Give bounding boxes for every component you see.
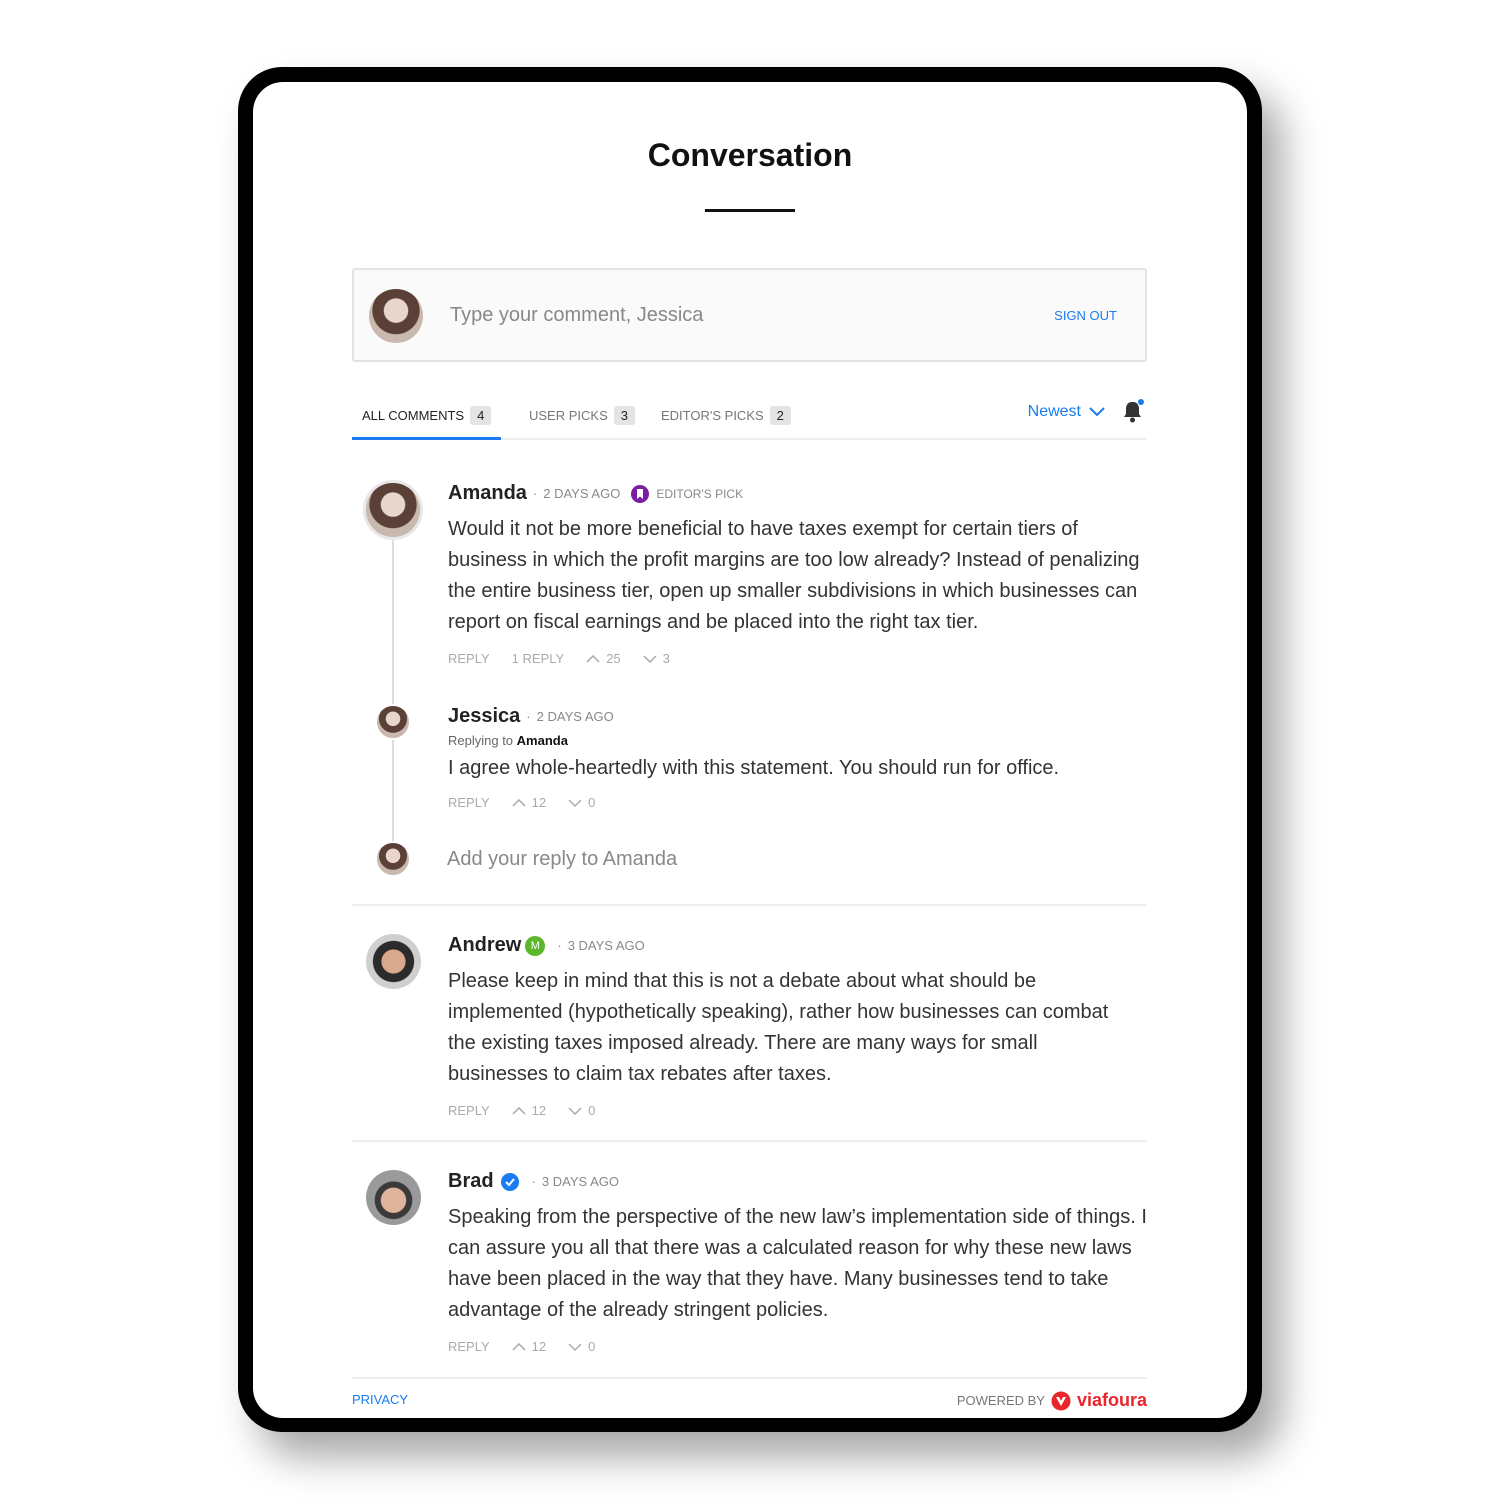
thread-line: [392, 540, 394, 845]
sort-dropdown[interactable]: Newest: [1028, 403, 1105, 421]
andrew-avatar: [366, 934, 421, 989]
author-name[interactable]: Andrew: [448, 934, 521, 957]
tab-label: USER PICKS: [529, 408, 608, 423]
tab-label: ALL COMMENTS: [362, 408, 465, 423]
active-tab-indicator: [352, 437, 501, 440]
downvote-button[interactable]: 0: [568, 1103, 595, 1118]
comment-actions: REPLY 1 REPLY 25 3: [448, 651, 670, 666]
tab-all-comments[interactable]: ALL COMMENTS 4: [362, 406, 492, 425]
amanda-avatar: [363, 480, 423, 540]
replies-count-button[interactable]: 1 REPLY: [512, 651, 565, 666]
divider: [352, 904, 1147, 906]
viafoura-logo-icon: [1051, 1391, 1071, 1410]
upvote-count: 12: [531, 1103, 547, 1118]
chevron-up-icon: [512, 798, 526, 807]
chevron-down-icon: [1089, 407, 1105, 417]
current-user-avatar: [375, 841, 411, 877]
user-avatar: [369, 289, 423, 343]
tab-count: 3: [613, 406, 635, 425]
upvote-count: 12: [531, 795, 547, 810]
downvote-count: 3: [662, 651, 670, 666]
viafoura-brand: viafoura: [1076, 1390, 1147, 1410]
upvote-button[interactable]: 12: [512, 795, 546, 810]
reply-input[interactable]: Add your reply to Amanda: [447, 848, 677, 871]
downvote-button[interactable]: 0: [568, 1339, 595, 1354]
upvote-button[interactable]: 25: [586, 651, 621, 666]
upvote-button[interactable]: 12: [512, 1103, 546, 1118]
brad-avatar: [366, 1170, 421, 1225]
chevron-up-icon: [586, 654, 600, 663]
timestamp: 3 DAYS AGO: [541, 1174, 619, 1189]
comment-composer[interactable]: Type your comment, Jessica SIGN OUT: [352, 268, 1147, 362]
tab-bar: ALL COMMENTS 4 USER PICKS 3 EDITOR'S PICKS…: [352, 392, 1147, 440]
replying-to-name[interactable]: Amanda: [517, 733, 568, 748]
downvote-count: 0: [588, 795, 596, 810]
comment-input[interactable]: Type your comment, Jessica: [450, 304, 703, 327]
sort-label: Newest: [1027, 403, 1081, 420]
comment-header: Andrew M · 3 DAYS AGO: [448, 934, 645, 957]
downvote-count: 0: [588, 1103, 596, 1118]
title-divider: [705, 209, 795, 212]
reply-button[interactable]: REPLY: [448, 651, 490, 666]
tab-user-picks[interactable]: USER PICKS 3: [529, 406, 635, 425]
reply-header: Jessica · 2 DAYS AGO: [448, 705, 614, 728]
screen: Conversation Type your comment, Jessica …: [253, 82, 1247, 1418]
upvote-count: 12: [531, 1339, 547, 1354]
author-name[interactable]: Amanda: [448, 482, 527, 505]
chevron-down-icon: [568, 1342, 582, 1351]
bell-icon[interactable]: [1122, 399, 1144, 423]
comment-body: Speaking from the perspective of the new…: [448, 1206, 1147, 1321]
reply-button[interactable]: REPLY: [448, 1103, 490, 1118]
downvote-count: 0: [588, 1339, 596, 1354]
chevron-down-icon: [568, 798, 582, 807]
upvote-button[interactable]: 12: [512, 1339, 546, 1354]
comment-body: Would it not be more beneficial to have …: [448, 518, 1140, 633]
reply-actions: REPLY 12 0: [448, 795, 595, 810]
divider: [352, 1377, 1147, 1379]
reply-body: I agree whole-heartedly with this statem…: [448, 757, 1060, 779]
chevron-up-icon: [512, 1106, 526, 1115]
tablet-frame: Conversation Type your comment, Jessica …: [238, 67, 1262, 1432]
upvote-count: 25: [606, 651, 621, 666]
replying-to: Replying to Amanda: [448, 733, 568, 748]
author-name[interactable]: Brad: [448, 1170, 494, 1193]
editors-pick-icon: [631, 484, 650, 503]
reply-button[interactable]: REPLY: [448, 795, 490, 810]
timestamp: 2 DAYS AGO: [543, 486, 621, 501]
chevron-down-icon: [568, 1106, 582, 1115]
powered-by-label: POWERED BY: [956, 1393, 1045, 1408]
privacy-link[interactable]: PRIVACY: [352, 1392, 408, 1407]
powered-by[interactable]: POWERED BY viafoura: [957, 1390, 1147, 1411]
chevron-up-icon: [512, 1342, 526, 1351]
downvote-button[interactable]: 0: [568, 795, 595, 810]
jessica-avatar: [375, 704, 411, 740]
downvote-button[interactable]: 3: [643, 651, 670, 666]
verified-badge-icon: [500, 1172, 519, 1191]
timestamp: 2 DAYS AGO: [536, 709, 614, 724]
chevron-down-icon: [643, 654, 657, 663]
divider: [352, 1140, 1147, 1142]
comment-actions: REPLY 12 0: [448, 1339, 595, 1354]
comment-header: Amanda · 2 DAYS AGO EDITOR'S PICK: [448, 482, 744, 505]
tab-editors-picks[interactable]: EDITOR'S PICKS 2: [661, 406, 791, 425]
sign-out-link[interactable]: SIGN OUT: [1054, 308, 1117, 323]
tab-count: 2: [769, 406, 791, 425]
comment-header: Brad · 3 DAYS AGO: [448, 1170, 619, 1193]
tab-count: 4: [470, 406, 492, 425]
author-name[interactable]: Jessica: [448, 705, 520, 728]
reply-button[interactable]: REPLY: [448, 1339, 490, 1354]
replying-label: Replying to: [448, 733, 514, 748]
comment-body: Please keep in mind that this is not a d…: [448, 970, 1109, 1085]
comment-actions: REPLY 12 0: [448, 1103, 595, 1118]
timestamp: 3 DAYS AGO: [567, 938, 645, 953]
editors-pick-badge: EDITOR'S PICK: [656, 486, 744, 501]
tab-label: EDITOR'S PICKS: [661, 408, 764, 423]
page-title: Conversation: [647, 137, 853, 173]
moderator-badge-icon: M: [525, 935, 546, 956]
